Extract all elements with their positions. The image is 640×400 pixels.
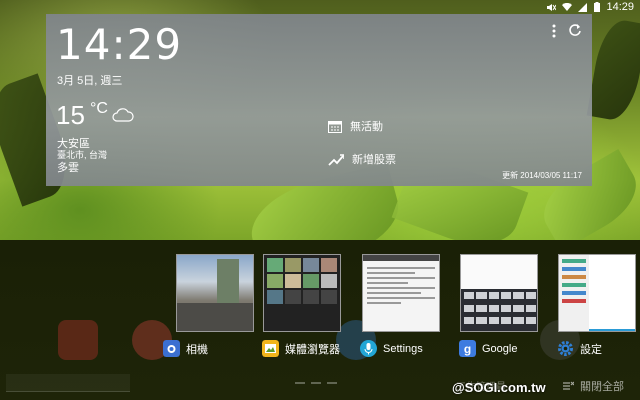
recent-card-settings[interactable] [362, 254, 440, 332]
settings-list [363, 261, 439, 310]
refresh-icon[interactable] [568, 23, 582, 37]
recent-label-settings-zh[interactable]: 設定 [557, 340, 602, 357]
recent-label-camera[interactable]: 相機 [163, 340, 208, 357]
recent-label-text: Settings [383, 342, 423, 355]
signal-icon [578, 2, 588, 12]
media-browser-icon [262, 340, 279, 357]
close-all-label: 關閉全部 [580, 381, 624, 393]
recent-label-text: 媒體瀏覽器 [285, 343, 340, 356]
recent-card-settings-zh[interactable] [558, 254, 636, 332]
recent-label-text: Google [482, 342, 518, 355]
google-search-area [461, 255, 537, 287]
watermark: @SOGI.com.tw [452, 380, 546, 395]
recent-card-media-browser[interactable] [263, 254, 341, 332]
settings-accent-bar [589, 329, 635, 331]
mute-icon [547, 3, 557, 11]
widget-updated: 更新 2014/03/05 11:17 [502, 171, 582, 180]
google-search-icon: g [459, 340, 476, 357]
stock-row[interactable]: 新增股票 [328, 151, 396, 167]
recent-card-camera[interactable] [176, 254, 254, 332]
calendar-row[interactable]: 無活動 [328, 118, 383, 134]
close-all-icon [563, 381, 574, 390]
settings-sidebar [559, 255, 589, 331]
overflow-menu-icon[interactable] [551, 24, 557, 38]
calendar-icon [328, 120, 342, 133]
cloud-icon [112, 108, 134, 122]
recent-label-settings[interactable]: Settings [360, 340, 423, 357]
recent-card-google[interactable] [460, 254, 538, 332]
thumbnail-grid [264, 255, 340, 307]
settings-mic-icon [360, 340, 377, 357]
close-all-button[interactable]: 關閉全部 [562, 378, 624, 394]
stock-text: 新增股票 [352, 154, 396, 166]
widget-date: 3月 5日, 週三 [57, 75, 123, 87]
status-bar: 14:29 [0, 0, 640, 14]
street-shape [177, 303, 253, 331]
widget-temperature-unit: °C [90, 100, 108, 117]
gmail-icon [58, 320, 98, 360]
clock-weather-widget[interactable]: 14:29 3月 5日, 週三 15 °C 大安區 臺北市, 台灣 多雲 無活動… [46, 14, 592, 186]
page-indicator [295, 382, 337, 384]
calendar-text: 無活動 [350, 121, 383, 133]
widget-clock[interactable]: 14:29 [56, 20, 182, 69]
wifi-icon [562, 2, 573, 11]
stock-chart-icon [328, 153, 344, 166]
recent-label-media-browser[interactable]: 媒體瀏覽器 [262, 340, 340, 357]
recent-label-text: 設定 [580, 343, 602, 356]
search-bar-ghost [6, 374, 130, 392]
wallpaper-leaf [586, 16, 640, 124]
widget-temperature: 15 [56, 100, 85, 130]
recent-label-text: 相機 [186, 343, 208, 356]
svg-text:g: g [464, 342, 471, 356]
keyboard-shape [461, 289, 537, 331]
building-shape [217, 259, 239, 305]
widget-condition: 多雲 [57, 162, 79, 174]
status-time: 14:29 [606, 1, 634, 13]
camera-icon [163, 340, 180, 357]
recent-label-google[interactable]: g Google [459, 340, 517, 357]
battery-icon [594, 2, 601, 12]
gear-icon [558, 341, 573, 356]
